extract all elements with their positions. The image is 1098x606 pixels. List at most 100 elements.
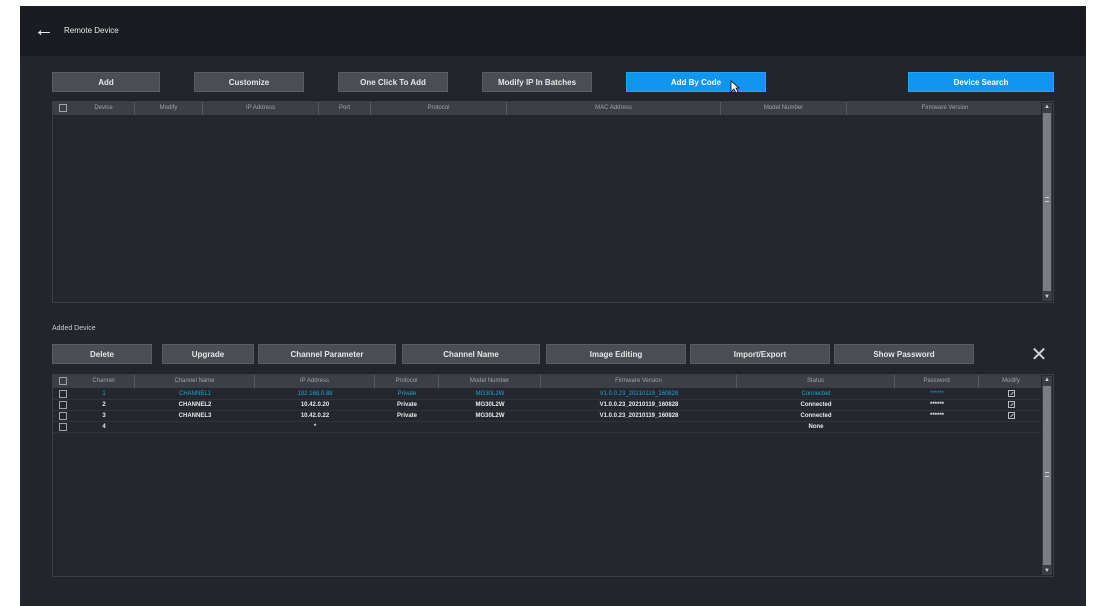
protocol-cell: Private: [397, 391, 417, 397]
column-header[interactable]: Device: [73, 102, 135, 115]
column-header[interactable]: Channel: [73, 375, 135, 388]
import-export-button[interactable]: Import/Export: [690, 344, 830, 364]
column-header[interactable]: Port: [319, 102, 371, 115]
protocol-cell: [375, 422, 439, 433]
edit-icon[interactable]: [1007, 389, 1015, 397]
scroll-down-icon[interactable]: ▼: [1042, 567, 1052, 575]
firmware-version-cell: V1.0.0.23_20210119_160828: [599, 402, 679, 408]
device-search-button[interactable]: Device Search: [908, 72, 1054, 92]
one-click-to-add-button[interactable]: One Click To Add: [338, 72, 448, 92]
edit-icon[interactable]: [1007, 411, 1015, 419]
ip-address-cell: *: [313, 424, 317, 430]
firmware-version-cell: [541, 422, 737, 433]
channel-cell: 3: [102, 413, 106, 419]
modify-cell[interactable]: [979, 411, 1043, 422]
status-cell: Connected: [800, 413, 832, 419]
password-cell: [895, 422, 979, 433]
ip-address-cell: 10.42.0.20: [300, 402, 330, 408]
added-table-header: Channel Channel Name IP Address Protocol…: [53, 375, 1041, 388]
scroll-up-icon[interactable]: ▲: [1042, 376, 1052, 384]
show-password-button[interactable]: Show Password: [834, 344, 974, 364]
column-header[interactable]: Protocol: [375, 375, 439, 388]
remote-device-screen: ← Remote Device Add Customize One Click …: [20, 6, 1086, 606]
grip-icon: [1045, 472, 1049, 477]
password-cell: ******: [929, 391, 944, 397]
password-cell: ******: [929, 402, 944, 408]
scroll-thumb[interactable]: [1043, 113, 1051, 291]
column-header[interactable]: Modify: [979, 375, 1043, 388]
row-checkbox[interactable]: [59, 423, 67, 431]
search-table-scrollbar[interactable]: ▲ ▼: [1042, 103, 1052, 301]
table-row[interactable]: 4 * None: [53, 422, 1041, 433]
channel-cell: 4: [102, 424, 106, 430]
add-by-code-button[interactable]: Add By Code: [626, 72, 766, 92]
add-button[interactable]: Add: [52, 72, 160, 92]
grip-icon: [1045, 197, 1049, 202]
select-all-checkbox[interactable]: [59, 377, 67, 385]
modify-cell[interactable]: [979, 400, 1043, 411]
ip-address-cell: 10.42.0.22: [300, 413, 330, 419]
table-row[interactable]: 2 CHANNEL2 10.42.0.20 Private MG30L2W V1…: [53, 400, 1041, 411]
select-all-checkbox[interactable]: [59, 104, 67, 112]
column-header[interactable]: Status: [737, 375, 895, 388]
row-checkbox[interactable]: [59, 401, 67, 409]
mouse-pointer-icon: [730, 80, 740, 94]
page-title: Remote Device: [64, 26, 119, 35]
scroll-thumb[interactable]: [1043, 386, 1051, 565]
channel-name-cell: CHANNEL3: [178, 413, 212, 419]
column-header[interactable]: Channel Name: [135, 375, 255, 388]
table-row[interactable]: 1 CHANNEL1 192.168.0.88 Private MG30L2W …: [53, 389, 1041, 400]
status-cell: Connected: [800, 402, 832, 408]
channel-name-cell: CHANNEL1: [178, 391, 211, 397]
channel-cell: 1: [102, 391, 106, 397]
column-header[interactable]: Password: [895, 375, 979, 388]
modify-cell: [979, 422, 1043, 433]
modify-cell[interactable]: [979, 389, 1043, 400]
scroll-up-icon[interactable]: ▲: [1042, 103, 1052, 111]
edit-icon[interactable]: [1007, 400, 1015, 408]
channel-name-cell: CHANNEL2: [178, 402, 212, 408]
column-header[interactable]: Modify: [135, 102, 203, 115]
column-header[interactable]: IP Address: [203, 102, 319, 115]
column-header[interactable]: MAC Address: [507, 102, 721, 115]
model-number-cell: [439, 422, 541, 433]
channel-parameter-button[interactable]: Channel Parameter: [258, 344, 396, 364]
channel-name-cell: [135, 422, 255, 433]
column-header[interactable]: IP Address: [255, 375, 375, 388]
modify-ip-in-batches-button[interactable]: Modify IP In Batches: [482, 72, 592, 92]
firmware-version-cell: V1.0.0.23_20210119_160828: [599, 413, 679, 419]
model-number-cell: MG30L2W: [475, 413, 505, 419]
added-device-label: Added Device: [52, 325, 96, 332]
channel-name-button[interactable]: Channel Name: [402, 344, 540, 364]
model-number-cell: MG30L2W: [475, 402, 505, 408]
title-bar: ← Remote Device: [20, 6, 1086, 56]
row-checkbox[interactable]: [59, 412, 67, 420]
upgrade-button[interactable]: Upgrade: [162, 344, 254, 364]
protocol-cell: Private: [396, 402, 417, 408]
close-icon[interactable]: ✕: [1030, 345, 1048, 365]
table-row[interactable]: 3 CHANNEL3 10.42.0.22 Private MG30L2W V1…: [53, 411, 1041, 422]
added-table-scrollbar[interactable]: ▲ ▼: [1042, 376, 1052, 575]
arrow-left-icon[interactable]: ←: [34, 20, 54, 40]
added-device-table: Channel Channel Name IP Address Protocol…: [52, 374, 1054, 577]
password-cell: ******: [929, 413, 944, 419]
scroll-down-icon[interactable]: ▼: [1042, 293, 1052, 301]
column-header[interactable]: Firmware Version: [847, 102, 1043, 115]
status-cell: None: [808, 424, 824, 430]
column-header[interactable]: Firmware Version: [541, 375, 737, 388]
status-cell: Connected: [801, 391, 831, 397]
firmware-version-cell: V1.0.0.23_20210119_160828: [599, 391, 679, 397]
model-number-cell: MG30L2W: [475, 391, 505, 397]
search-table-header: Device Modify IP Address Port Protocol M…: [53, 102, 1041, 115]
protocol-cell: Private: [396, 413, 417, 419]
column-header[interactable]: Protocol: [371, 102, 507, 115]
column-header[interactable]: Model Number: [439, 375, 541, 388]
channel-cell: 2: [102, 402, 106, 408]
row-checkbox[interactable]: [59, 390, 67, 398]
search-device-table: Device Modify IP Address Port Protocol M…: [52, 101, 1054, 303]
delete-button[interactable]: Delete: [52, 344, 152, 364]
column-header[interactable]: Model Number: [721, 102, 847, 115]
ip-address-cell: 192.168.0.88: [297, 391, 333, 397]
image-editing-button[interactable]: Image Editing: [546, 344, 686, 364]
customize-button[interactable]: Customize: [194, 72, 304, 92]
